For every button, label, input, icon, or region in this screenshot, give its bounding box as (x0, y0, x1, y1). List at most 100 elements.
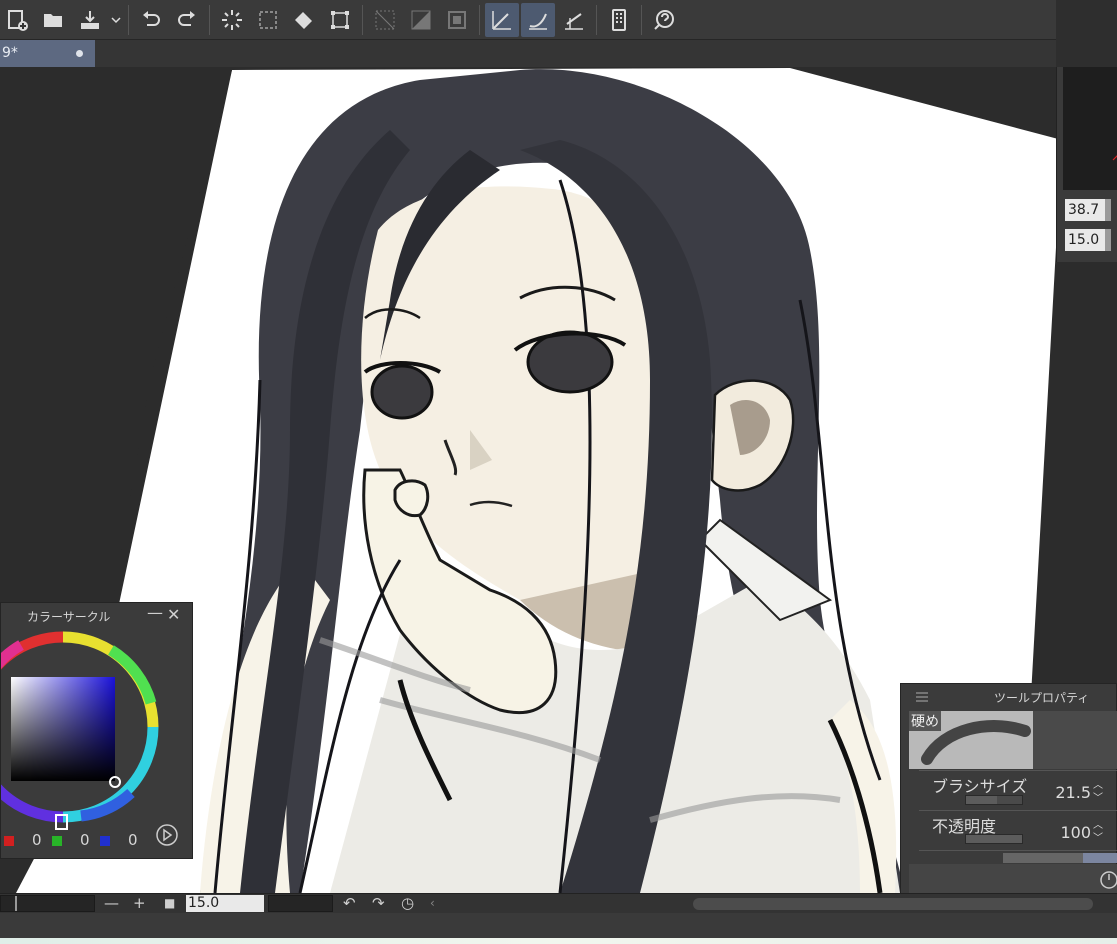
crop-icon (448, 10, 466, 29)
divider (919, 810, 1117, 811)
settings-dial-icon[interactable] (1098, 869, 1117, 891)
brush-size-label: ブラシサイズ (932, 777, 1028, 796)
play-icon[interactable] (155, 823, 179, 847)
clear-icon (375, 10, 395, 29)
rotation-field[interactable]: 15.0 (186, 895, 264, 912)
opacity-bar[interactable] (965, 834, 1023, 844)
left-eye (370, 364, 434, 420)
clear-button[interactable] (368, 3, 402, 37)
menu-icon[interactable] (915, 690, 931, 706)
chevron-down-icon (111, 16, 121, 23)
tool-property-panel: ツールプロパティ 硬め ブラシサイズ 21.5 ︿ ﹀ 不透明度 100 ︿ ﹀ (900, 683, 1117, 902)
redo-icon (178, 10, 195, 26)
ruler-icon (492, 10, 511, 30)
undo-button[interactable] (134, 3, 168, 37)
preset-area (1033, 711, 1117, 769)
brush-preview[interactable]: 硬め (909, 711, 1033, 769)
zoom-in-icon[interactable]: + (133, 894, 146, 913)
brush-size-bar[interactable] (965, 795, 1023, 805)
view-frame-icon (1112, 155, 1117, 161)
tool-panel-footer (909, 864, 1117, 896)
spin-down-icon[interactable]: ﹀ (1093, 834, 1103, 844)
divider (919, 850, 1117, 851)
rotate-right-icon[interactable]: ↷ (372, 894, 385, 913)
preset-strip-selected[interactable] (1083, 853, 1117, 863)
save-button[interactable] (73, 3, 107, 37)
document-tab[interactable]: 9* (0, 40, 95, 67)
special-ruler-snap-button[interactable] (521, 2, 555, 37)
document-tab-label: 9* (2, 45, 18, 61)
ruler-snap-button[interactable] (485, 2, 519, 37)
red-swatch (4, 836, 14, 846)
color-circle-panel: カラーサークル — ✕ 0 0 0 (0, 602, 193, 859)
new-file-button[interactable] (1, 3, 35, 37)
zoom-slider-thumb[interactable] (15, 896, 17, 911)
undo-icon (143, 10, 160, 26)
zoom-out-icon[interactable]: — (104, 894, 119, 913)
toolbar-separator (641, 4, 642, 35)
navigator-zoom-field[interactable]: 38.7 (1065, 199, 1105, 221)
navigator-zoom-slider[interactable] (1105, 199, 1111, 221)
clear-outside-button[interactable] (404, 3, 438, 37)
save-icon (81, 10, 99, 29)
open-button[interactable] (37, 3, 71, 37)
zoom-slider[interactable] (0, 895, 95, 912)
color-wheel[interactable] (1, 628, 194, 848)
navigator-angle-slider[interactable] (1105, 229, 1111, 251)
tab-bar (95, 40, 1056, 67)
navigator-preview[interactable] (1063, 67, 1117, 190)
transform-button[interactable] (323, 3, 357, 37)
chevron-left-icon[interactable]: ‹ (430, 894, 435, 913)
transform-icon (331, 10, 349, 29)
spin-up-icon[interactable]: ︿ (1093, 781, 1103, 791)
selection-icon (259, 10, 277, 29)
reset-rotation-icon[interactable]: ◷ (401, 894, 414, 913)
crop-button[interactable] (440, 3, 474, 37)
rotate-left-icon[interactable]: ↶ (343, 894, 356, 913)
clear-outside-icon (411, 10, 431, 29)
marching-ants-icon (222, 9, 242, 30)
selection-button[interactable] (251, 3, 285, 37)
grid-snap-button[interactable] (557, 3, 591, 37)
brush-size-value[interactable]: 21.5 (1041, 783, 1091, 802)
bottom-strip (0, 913, 1117, 944)
toolbar-separator (128, 4, 129, 35)
divider (919, 770, 1117, 771)
green-value[interactable]: 0 (80, 831, 90, 849)
preset-strip[interactable] (1003, 853, 1083, 863)
preset-label: 硬め (909, 711, 941, 731)
rotation-slider[interactable] (268, 895, 333, 912)
brush-size-fill (966, 796, 997, 804)
spin-up-icon[interactable]: ︿ (1093, 821, 1103, 831)
select-all-button[interactable] (215, 3, 249, 37)
brush-ruler-icon (529, 13, 547, 30)
command-bar (0, 0, 1056, 40)
finger (393, 479, 430, 518)
opacity-value[interactable]: 100 (1041, 823, 1091, 842)
panel-title: カラーサークル (27, 610, 111, 624)
close-icon[interactable]: ✕ (167, 605, 180, 624)
spin-down-icon[interactable]: ﹀ (1093, 794, 1103, 804)
save-menu-button[interactable] (109, 3, 123, 37)
fill-button[interactable] (287, 3, 321, 37)
redo-button[interactable] (170, 3, 204, 37)
open-folder-icon (44, 13, 62, 27)
toolbar-separator (209, 4, 210, 35)
minimize-icon[interactable]: — (147, 603, 163, 622)
tablet-icon (612, 8, 626, 31)
new-file-icon (8, 9, 28, 31)
red-value[interactable]: 0 (32, 831, 42, 849)
fit-icon[interactable]: ■ (164, 894, 175, 913)
toolbar-separator (479, 4, 480, 35)
opacity-fill (966, 835, 1022, 843)
navigator-angle-field[interactable]: 15.0 (1065, 229, 1105, 251)
perspective-icon (565, 12, 583, 30)
blue-swatch (100, 836, 110, 846)
help-icon (654, 9, 674, 30)
help-button[interactable] (647, 3, 681, 37)
blue-value[interactable]: 0 (128, 831, 138, 849)
companion-mode-button[interactable] (602, 3, 636, 37)
navigator-panel: 38.7 15.0 (1056, 67, 1117, 262)
horizontal-scrollbar[interactable] (693, 898, 1093, 910)
close-dot-icon[interactable] (76, 50, 83, 57)
